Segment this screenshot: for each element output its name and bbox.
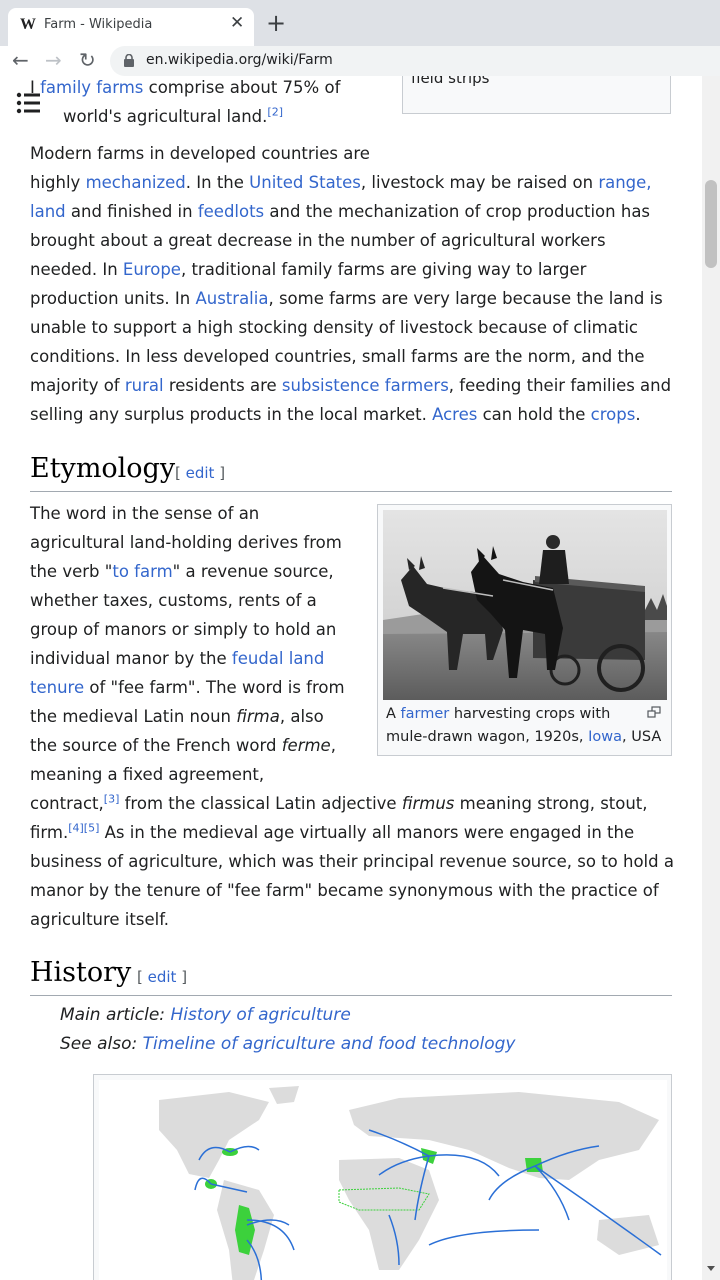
text-line: business of agriculture, which was their… xyxy=(30,852,674,871)
infobox-thumb-fragment: field strips xyxy=(402,76,671,114)
link-to-farm[interactable]: to farm xyxy=(112,562,172,581)
text-line: The word in the sense of an xyxy=(30,504,260,523)
close-icon[interactable]: ✕ xyxy=(230,15,244,32)
agriculture-origins-map xyxy=(93,1074,672,1280)
reload-icon[interactable]: ↻ xyxy=(79,48,96,72)
link-range-land[interactable]: land xyxy=(30,202,66,221)
link-feudal-land-tenure[interactable]: tenure xyxy=(30,678,84,697)
link-family-farms[interactable]: family farms xyxy=(40,78,143,97)
intro-fragment: I family farms comprise about 75% of wor… xyxy=(30,76,375,131)
text-line: unable to support a high stocking densit… xyxy=(30,318,638,337)
tab-title: Farm - Wikipedia xyxy=(44,17,153,32)
link-mechanized[interactable]: mechanized xyxy=(86,173,186,192)
text: I xyxy=(30,78,41,97)
link-europe[interactable]: Europe xyxy=(123,260,181,279)
link-australia[interactable]: Australia xyxy=(195,289,268,308)
edit-button[interactable]: edit xyxy=(186,464,215,482)
world-map-image[interactable] xyxy=(99,1080,667,1280)
section-heading-etymology: Etymology [ edit ] xyxy=(30,452,672,492)
text-line: agriculture itself. xyxy=(30,910,170,929)
address-bar[interactable]: en.wikipedia.org/wiki/Farm xyxy=(110,46,720,76)
heading-title: Etymology xyxy=(30,453,176,484)
forward-arrow-icon[interactable]: → xyxy=(45,48,62,72)
edit-section-link: [ edit ] xyxy=(175,464,226,482)
edit-button[interactable]: edit xyxy=(148,968,177,986)
scrollbar-thumb[interactable] xyxy=(705,180,717,268)
paragraph-etymology: The word in the sense of an agricultural… xyxy=(30,499,675,934)
browser-toolbar: ← → ↻ en.wikipedia.org/wiki/Farm xyxy=(0,46,720,76)
tab-strip: W Farm - Wikipedia ✕ + xyxy=(0,0,720,46)
link-acres[interactable]: Acres xyxy=(432,405,477,424)
section-heading-history: History [ edit ] xyxy=(30,956,672,996)
link-feedlots[interactable]: feedlots xyxy=(198,202,264,221)
text: world's agricultural land. xyxy=(63,107,268,126)
heading-title: History xyxy=(30,957,132,988)
reference-link[interactable]: [4][5] xyxy=(68,822,99,835)
text-line: conditions. In less developed countries,… xyxy=(30,347,645,366)
link-feudal-land-tenure[interactable]: feudal land xyxy=(232,649,324,668)
text: comprise about 75% of xyxy=(143,78,341,97)
active-tab[interactable]: W Farm - Wikipedia ✕ xyxy=(8,8,254,46)
text-line: group of manors or simply to hold an xyxy=(30,620,337,639)
edit-section-link: [ edit ] xyxy=(137,968,188,986)
link-subsistence-farmers[interactable]: subsistence farmers xyxy=(282,376,449,395)
reference-link[interactable]: [3] xyxy=(104,793,120,806)
hatnote-main-article: Main article: History of agriculture xyxy=(60,1005,351,1025)
reference-link[interactable]: [2] xyxy=(267,106,283,119)
text-line: agricultural land-holding derives from xyxy=(30,533,342,552)
lock-icon xyxy=(124,54,134,67)
link-range-land[interactable]: range, xyxy=(598,173,651,192)
text-line: brought about a great decrease in the nu… xyxy=(30,231,606,250)
link-rural[interactable]: rural xyxy=(125,376,164,395)
link-history-of-agriculture[interactable]: History of agriculture xyxy=(170,1005,350,1025)
plus-icon[interactable]: + xyxy=(266,11,286,35)
url-text: en.wikipedia.org/wiki/Farm xyxy=(146,52,333,68)
text-line: whether taxes, customs, rents of a xyxy=(30,591,317,610)
text-line: manor by the tenure of "fee farm" became… xyxy=(30,881,659,900)
text-line: Modern farms in developed countries are xyxy=(30,144,370,163)
link-crops[interactable]: crops xyxy=(591,405,636,424)
scroll-down-arrow-icon[interactable] xyxy=(707,1266,715,1271)
page-scrollbar[interactable] xyxy=(702,76,720,1280)
thumb-caption-tail: field strips xyxy=(411,76,490,87)
wikipedia-favicon: W xyxy=(20,16,36,33)
text-line: meaning a fixed agreement, xyxy=(30,765,265,784)
link-united-states[interactable]: United States xyxy=(249,173,361,192)
back-arrow-icon[interactable]: ← xyxy=(12,48,29,72)
hatnote-see-also: See also: Timeline of agriculture and fo… xyxy=(60,1034,516,1054)
paragraph-modern-farms: Modern farms in developed countries are … xyxy=(30,139,675,429)
article-page: I family farms comprise about 75% of wor… xyxy=(0,76,720,1280)
link-timeline-agriculture[interactable]: Timeline of agriculture and food technol… xyxy=(143,1034,516,1054)
